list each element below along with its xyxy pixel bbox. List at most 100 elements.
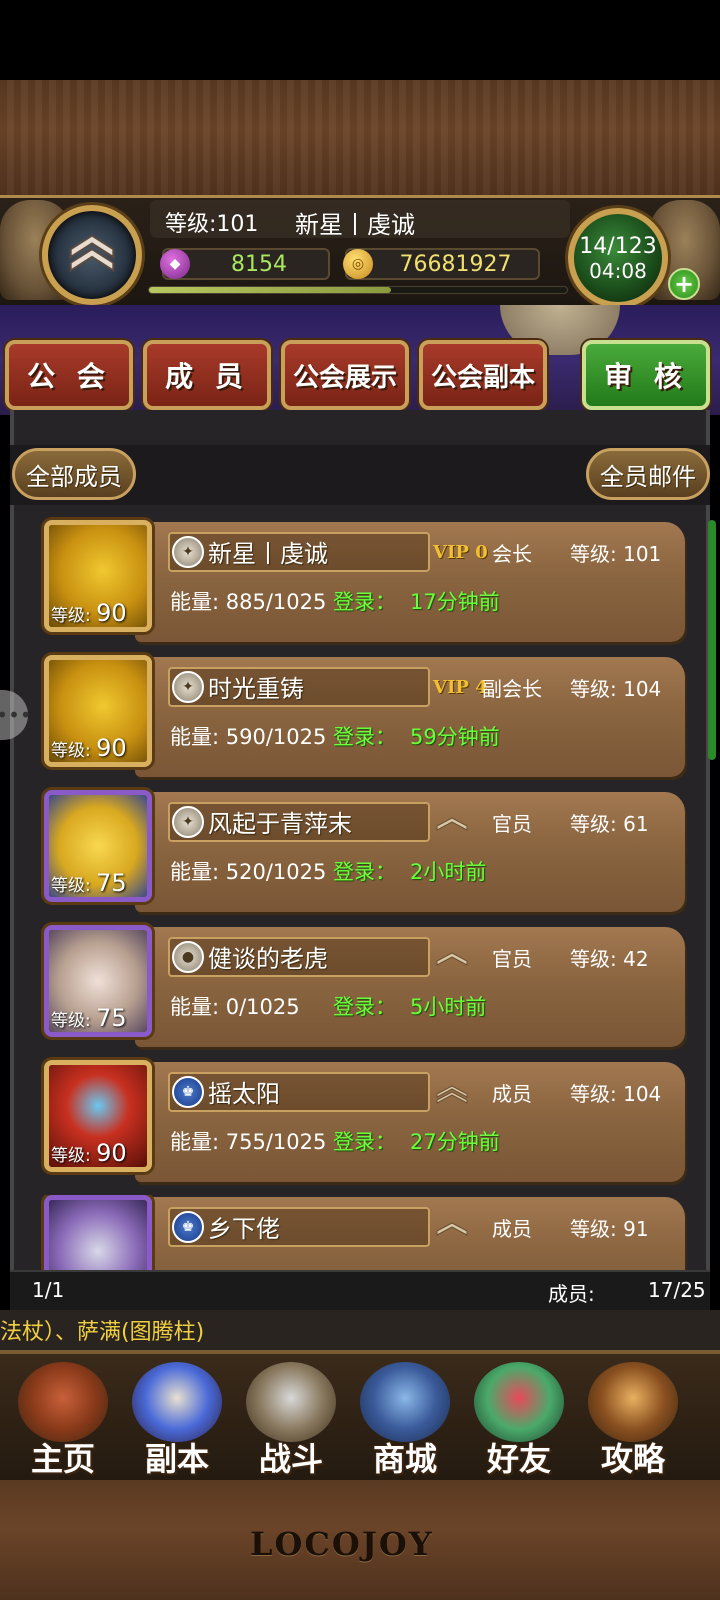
login-label: 登录：: [333, 725, 396, 749]
player-name: 新星丨虔诚: [295, 211, 415, 239]
officer-chevron-icon: [436, 817, 468, 831]
member-role: 成员: [492, 1217, 532, 1241]
avatar-level: 等级: 90: [51, 734, 127, 762]
page-indicator: 1/1: [32, 1278, 65, 1302]
rank-medal-icon: ♚: [172, 1076, 204, 1108]
ticker-text: 法杖）、萨满(图腾柱): [0, 1320, 205, 1345]
avatar-level: 等级: 75: [51, 869, 127, 897]
stamina-orb[interactable]: 14/123 04:08: [568, 208, 668, 308]
member-chevron-icon: [436, 1085, 468, 1104]
nav-label: 战斗: [258, 1440, 323, 1478]
skull-icon: [132, 1362, 222, 1442]
nav-friends[interactable]: 好友: [464, 1362, 574, 1478]
rank-medal-icon: ✦: [172, 806, 204, 838]
member-avatar[interactable]: [44, 1195, 152, 1270]
member-role: 官员: [492, 812, 532, 836]
rank-medal-icon: ♚: [172, 1211, 204, 1243]
member-row[interactable]: 等级: 90 ♚ 摇太阳 成员 等级: 104 能量: 755/1025 登录：…: [40, 1060, 690, 1182]
member-role: 副会长: [482, 677, 542, 701]
member-avatar[interactable]: 等级: 75: [44, 790, 152, 902]
login-time: 2小时前: [410, 860, 487, 884]
wood-frame-top: [0, 80, 720, 205]
coin-value: 76681927: [399, 251, 512, 277]
stamina-timer: 04:08: [589, 259, 647, 283]
player-level: 等级:101: [165, 212, 259, 237]
nav-battle[interactable]: 战斗: [236, 1362, 346, 1478]
nav-label: 商城: [372, 1440, 437, 1478]
member-row[interactable]: 等级: 90 ✦ 时光重铸 VIP 4 副会长 等级: 104 能量: 590/…: [40, 655, 690, 777]
member-energy: 能量: 520/1025: [170, 860, 327, 884]
tab-guild-dungeon[interactable]: 公会副本: [419, 340, 547, 410]
tab-guild-showcase[interactable]: 公会展示: [281, 340, 409, 410]
avatar-level: 等级: 90: [51, 1139, 127, 1167]
stamina-value: 14/123: [579, 234, 657, 259]
shop-icon: [360, 1362, 450, 1442]
member-count-value: 17/25: [648, 1278, 706, 1302]
member-role: 会长: [492, 542, 532, 566]
member-name: 时光重铸: [208, 675, 304, 703]
member-role: 成员: [492, 1082, 532, 1106]
member-row[interactable]: 等级: 75 ● 健谈的老虎 官员 等级: 42 能量: 0/1025 登录： …: [40, 925, 690, 1047]
house-icon: [18, 1362, 108, 1442]
rank-medal-icon: ●: [172, 941, 204, 973]
tab-guild[interactable]: 公 会: [5, 340, 133, 410]
add-stamina-button[interactable]: +: [668, 268, 700, 300]
mail-all-button[interactable]: 全员邮件: [586, 448, 710, 500]
member-energy: 能量: 590/1025: [170, 725, 327, 749]
nav-guide[interactable]: 攻略: [578, 1362, 688, 1478]
member-name: 健谈的老虎: [208, 945, 328, 973]
member-row[interactable]: ♚ 乡下佬 成员 等级: 91: [40, 1195, 690, 1270]
member-level: 等级: 42: [570, 947, 649, 971]
gem-counter[interactable]: ◆ 8154: [160, 248, 330, 280]
member-level: 等级: 91: [570, 1217, 649, 1241]
tab-members[interactable]: 成 员: [143, 340, 271, 410]
login-time: 59分钟前: [410, 725, 500, 749]
login-time: 27分钟前: [410, 1130, 500, 1154]
member-row[interactable]: 等级: 75 ✦ 风起于青萍末 官员 等级: 61 能量: 520/1025 登…: [40, 790, 690, 912]
login-label: 登录：: [333, 1130, 396, 1154]
member-avatar[interactable]: 等级: 90: [44, 520, 152, 632]
all-members-filter-button[interactable]: 全部成员: [12, 448, 136, 500]
portrait-image: [49, 1200, 147, 1270]
member-row[interactable]: 等级: 90 ✦ 新星丨虔诚 VIP 0 会长 等级: 101 能量: 885/…: [40, 520, 690, 642]
nav-shop[interactable]: 商城: [350, 1362, 460, 1478]
member-energy: 能量: 885/1025: [170, 590, 327, 614]
status-bar-area: [0, 0, 720, 80]
member-level: 等级: 104: [570, 1082, 662, 1106]
list-scrollbar[interactable]: [708, 520, 716, 760]
gem-value: 8154: [231, 251, 287, 277]
login-label: 登录：: [333, 590, 396, 614]
nav-dungeon[interactable]: 副本: [122, 1362, 232, 1478]
member-level: 等级: 101: [570, 542, 662, 566]
member-avatar[interactable]: 等级: 90: [44, 1060, 152, 1172]
login-label: 登录：: [333, 860, 396, 884]
login-time: 5小时前: [410, 995, 487, 1019]
member-level: 等级: 104: [570, 677, 662, 701]
nav-label: 好友: [486, 1440, 551, 1478]
book-icon: [588, 1362, 678, 1442]
nav-label: 攻略: [600, 1440, 665, 1478]
rank-chevron-icon: [69, 234, 115, 273]
avatar-level: 等级: 75: [51, 1004, 127, 1032]
officer-chevron-icon: [436, 952, 468, 966]
member-count-label: 成员:: [548, 1282, 595, 1306]
nav-label: 副本: [144, 1440, 209, 1478]
coin-icon: ◎: [343, 249, 373, 279]
login-label: 登录：: [333, 995, 396, 1019]
rank-badge[interactable]: [42, 205, 142, 305]
member-avatar[interactable]: 等级: 90: [44, 655, 152, 767]
tab-review[interactable]: 审 核: [582, 340, 710, 410]
member-level: 等级: 61: [570, 812, 649, 836]
member-name: 风起于青萍末: [208, 810, 352, 838]
member-name: 乡下佬: [208, 1215, 280, 1243]
vip-badge: VIP 4: [433, 677, 488, 698]
officer-chevron-icon: [436, 1222, 468, 1236]
xp-bar-fill: [149, 287, 392, 293]
nav-home[interactable]: 主页: [8, 1362, 118, 1478]
xp-bar: [148, 286, 568, 294]
publisher-logo: LOCOJOY: [250, 1525, 434, 1563]
pagination-bar: [10, 1270, 710, 1312]
rank-medal-icon: ✦: [172, 671, 204, 703]
coin-counter[interactable]: ◎ 76681927: [343, 248, 540, 280]
member-avatar[interactable]: 等级: 75: [44, 925, 152, 1037]
